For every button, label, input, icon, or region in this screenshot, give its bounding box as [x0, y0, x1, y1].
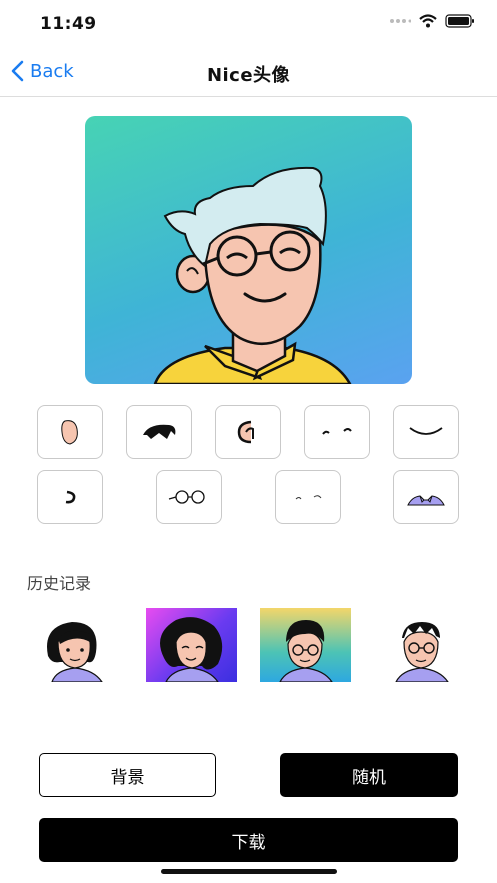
- random-button[interactable]: 随机: [280, 753, 458, 797]
- glasses-icon: [168, 490, 205, 504]
- avatar-thumbnail: [160, 617, 223, 682]
- avatar-thumbnail: [395, 622, 449, 682]
- status-bar: 11:49: [0, 0, 497, 50]
- avatar-thumbnail: [279, 620, 333, 682]
- avatar-preview: [85, 116, 412, 384]
- glasses-part-option[interactable]: [156, 470, 222, 524]
- hair-part-option[interactable]: [126, 405, 192, 459]
- avatar-thumbnail: [47, 622, 103, 682]
- shirt-icon: [407, 495, 445, 506]
- history-avatar-1[interactable]: [30, 608, 121, 682]
- history-avatar-4[interactable]: [376, 608, 467, 682]
- eyebrows-part-option[interactable]: [304, 405, 370, 459]
- battery-icon: [445, 14, 474, 28]
- face-shape-icon: [61, 420, 78, 445]
- page-title: Nice头像: [206, 65, 291, 86]
- navigation-bar: Back Nice头像: [0, 50, 497, 97]
- shirt-part-option[interactable]: [393, 470, 459, 524]
- status-icons: [389, 14, 475, 28]
- home-indicator: [161, 869, 337, 874]
- nose-part-option[interactable]: [37, 470, 103, 524]
- eyes-icon: [295, 495, 322, 500]
- hair-icon: [143, 424, 176, 439]
- status-time: 11:49: [40, 14, 97, 34]
- signal-icon: [390, 19, 411, 23]
- history-title: 历史记录: [27, 574, 92, 593]
- face-part-option[interactable]: [37, 405, 103, 459]
- eyes-part-option[interactable]: [275, 470, 341, 524]
- ear-icon: [237, 420, 254, 444]
- mouth-part-option[interactable]: [393, 405, 459, 459]
- background-button[interactable]: 背景: [39, 753, 216, 797]
- eyebrows-icon: [322, 428, 352, 435]
- nose-icon: [65, 490, 76, 504]
- ear-part-option[interactable]: [215, 405, 281, 459]
- download-button[interactable]: 下载: [39, 818, 458, 862]
- avatar-illustration: [153, 166, 352, 384]
- wifi-icon: [419, 14, 437, 28]
- mouth-icon: [409, 427, 443, 435]
- history-avatar-3[interactable]: [260, 608, 351, 682]
- history-avatar-2[interactable]: [146, 608, 237, 682]
